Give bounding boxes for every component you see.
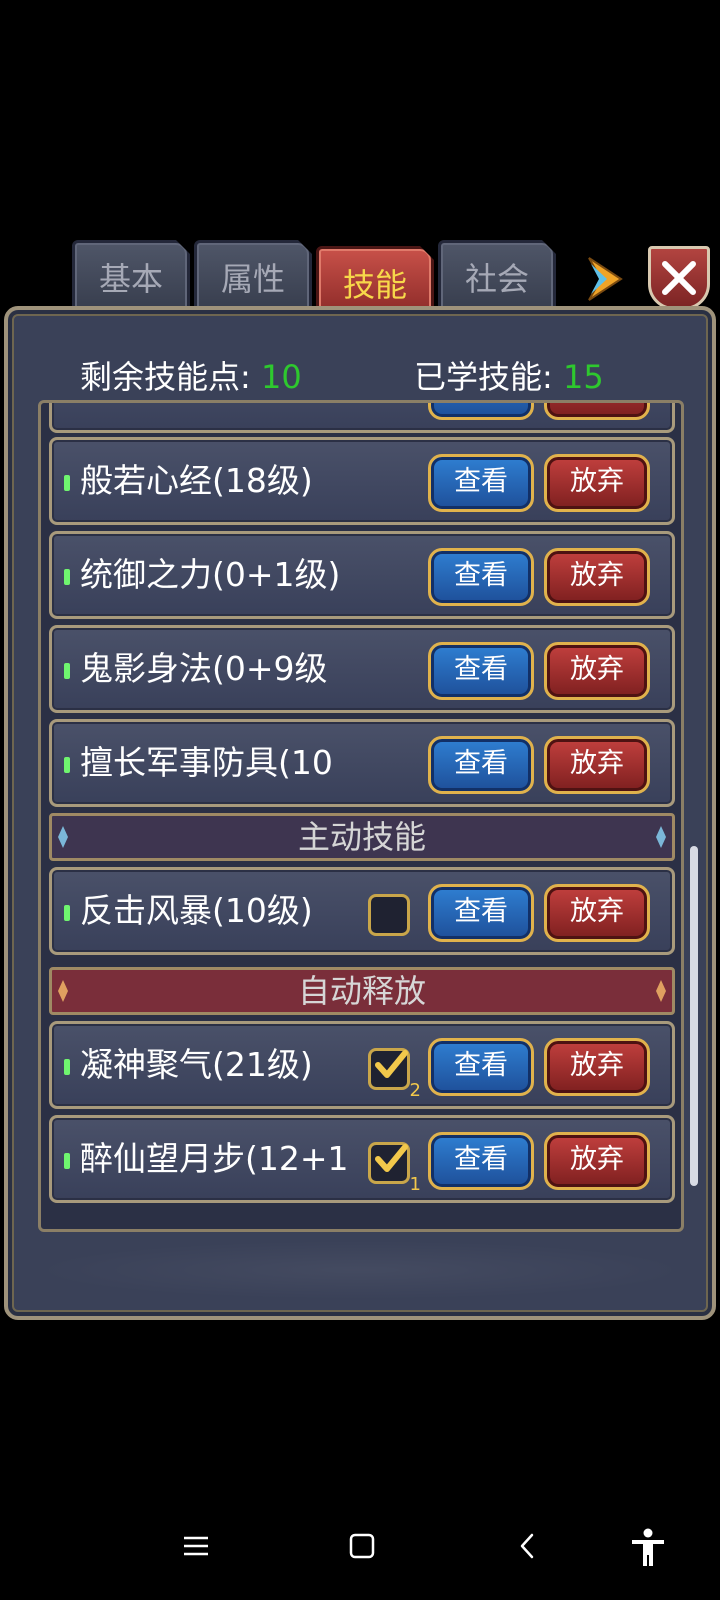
next-arrow-icon[interactable] (585, 254, 625, 304)
back-icon[interactable] (514, 1532, 542, 1560)
view-button[interactable]: 查看 (428, 736, 534, 794)
bullet-icon (64, 757, 70, 773)
learned-label: 已学技能: (414, 358, 553, 396)
view-button-partial (428, 403, 534, 420)
bullet-icon (64, 475, 70, 491)
skill-name: 醉仙望月步(12+1 (80, 1139, 349, 1178)
tab-attributes[interactable]: 属性 (194, 240, 312, 312)
close-icon (662, 261, 696, 295)
gem-icon (656, 826, 666, 848)
remaining-value: 10 (260, 358, 302, 396)
bullet-icon (64, 905, 70, 921)
remaining-skill-points: 剩余技能点: 10 (80, 352, 302, 402)
skill-row: 醉仙望月步(12+1 1 查看 放弃 (49, 1115, 675, 1203)
section-title: 主动技能 (297, 818, 426, 856)
view-button[interactable]: 查看 (428, 884, 534, 942)
bullet-icon (64, 1059, 70, 1075)
gem-icon (656, 980, 666, 1002)
drop-button[interactable]: 放弃 (544, 1132, 650, 1190)
learned-skills: 已学技能: 15 (414, 352, 604, 402)
drop-button[interactable]: 放弃 (544, 454, 650, 512)
section-header-active-skills: 主动技能 (49, 813, 675, 861)
menu-icon[interactable] (182, 1532, 210, 1560)
checkmark-icon (375, 1050, 408, 1078)
scrollbar[interactable] (690, 406, 698, 1216)
section-header-auto-release: 自动释放 (49, 967, 675, 1015)
drop-button[interactable]: 放弃 (544, 548, 650, 606)
tab-basic[interactable]: 基本 (72, 240, 190, 312)
bullet-icon (64, 663, 70, 679)
gem-icon (58, 980, 68, 1002)
view-button[interactable]: 查看 (428, 642, 534, 700)
cast-order: 1 (409, 1174, 421, 1195)
panel-decoration (28, 1240, 692, 1300)
drop-button-partial (544, 403, 650, 420)
view-button[interactable]: 查看 (428, 1132, 534, 1190)
checkmark-icon (375, 1144, 408, 1172)
cast-order: 2 (409, 1080, 421, 1101)
drop-button[interactable]: 放弃 (544, 736, 650, 794)
skill-name: 般若心经(18级) (80, 461, 313, 500)
skill-name: 反击风暴(10级) (80, 891, 313, 930)
skill-name: 擅长军事防具(10 (80, 743, 333, 782)
auto-cast-checkbox[interactable]: 1 (368, 1142, 421, 1195)
auto-cast-checkbox[interactable] (368, 894, 410, 936)
close-button[interactable] (648, 246, 710, 310)
scroll-thumb[interactable] (690, 846, 698, 1186)
section-title: 自动释放 (297, 972, 426, 1010)
gem-icon (58, 826, 68, 848)
skill-row: 般若心经(18级) 查看 放弃 (49, 437, 675, 525)
skill-name: 凝神聚气(21级) (80, 1045, 313, 1084)
bullet-icon (64, 1153, 70, 1169)
list-item-partial (49, 403, 675, 433)
skill-name: 鬼影身法(0+9级 (80, 649, 328, 688)
skill-row: 鬼影身法(0+9级 查看 放弃 (49, 625, 675, 713)
home-icon[interactable] (348, 1532, 376, 1560)
drop-button[interactable]: 放弃 (544, 642, 650, 700)
view-button[interactable]: 查看 (428, 454, 534, 512)
skill-row: 统御之力(0+1级) 查看 放弃 (49, 531, 675, 619)
skill-name: 统御之力(0+1级) (80, 555, 341, 594)
drop-button[interactable]: 放弃 (544, 1038, 650, 1096)
auto-cast-checkbox[interactable]: 2 (368, 1048, 421, 1101)
skill-row: 反击风暴(10级) 查看 放弃 (49, 867, 675, 955)
learned-value: 15 (562, 358, 604, 396)
accessibility-icon[interactable] (630, 1528, 666, 1568)
tab-social[interactable]: 社会 (438, 240, 556, 312)
view-button[interactable]: 查看 (428, 1038, 534, 1096)
skill-row: 擅长军事防具(10 查看 放弃 (49, 719, 675, 807)
drop-button[interactable]: 放弃 (544, 884, 650, 942)
view-button[interactable]: 查看 (428, 548, 534, 606)
skill-list[interactable]: 般若心经(18级) 查看 放弃 统御之力(0+1级) 查看 放弃 鬼影身法(0+… (38, 400, 684, 1232)
remaining-label: 剩余技能点: (80, 358, 251, 396)
bullet-icon (64, 569, 70, 585)
skill-row: 凝神聚气(21级) 2 查看 放弃 (49, 1021, 675, 1109)
